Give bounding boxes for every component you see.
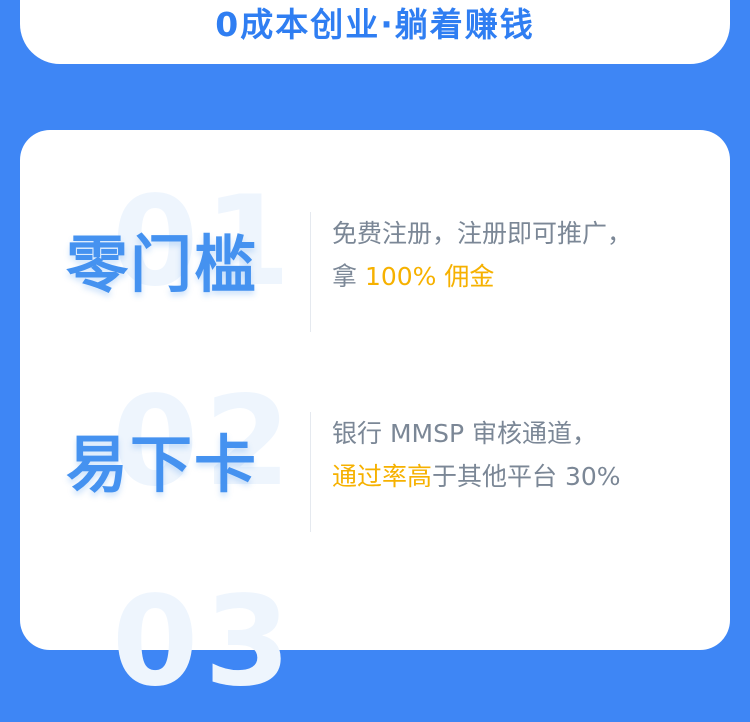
slogan-text: 0成本创业·躺着赚钱 — [215, 5, 535, 44]
feature-title: 易下卡 — [66, 428, 259, 501]
description-prefix: 拿 — [332, 262, 365, 291]
feature-title: 零门槛 — [66, 228, 259, 301]
description-highlight: 100% 佣金 — [364, 262, 495, 291]
description-line-2: 通过率高于其他平台 30% — [332, 455, 621, 498]
feature-number: 03 — [112, 570, 297, 714]
divider — [310, 412, 311, 532]
feature-item-3: 03 — [20, 580, 730, 722]
description-line-1: 银行 MMSP 审核通道， — [332, 419, 597, 448]
description-line-1: 免费注册，注册即可推广， — [332, 219, 633, 248]
feature-description: 免费注册，注册即可推广， 拿 100% 佣金 — [332, 212, 632, 298]
description-suffix: 于其他平台 30% — [432, 462, 621, 491]
feature-description: 银行 MMSP 审核通道， 通过率高于其他平台 30% — [332, 412, 621, 498]
features-card: 01 零门槛 免费注册，注册即可推广， 拿 100% 佣金 02 易下卡 银行 … — [20, 130, 730, 704]
feature-item-easy-approval: 02 易下卡 银行 MMSP 审核通道， 通过率高于其他平台 30% — [20, 380, 730, 532]
description-highlight: 通过率高 — [332, 462, 433, 491]
divider — [310, 212, 311, 332]
slogan-banner: 0成本创业·躺着赚钱 — [20, 0, 730, 64]
feature-item-zero-threshold: 01 零门槛 免费注册，注册即可推广， 拿 100% 佣金 — [20, 180, 730, 332]
description-line-2: 拿 100% 佣金 — [332, 255, 632, 298]
